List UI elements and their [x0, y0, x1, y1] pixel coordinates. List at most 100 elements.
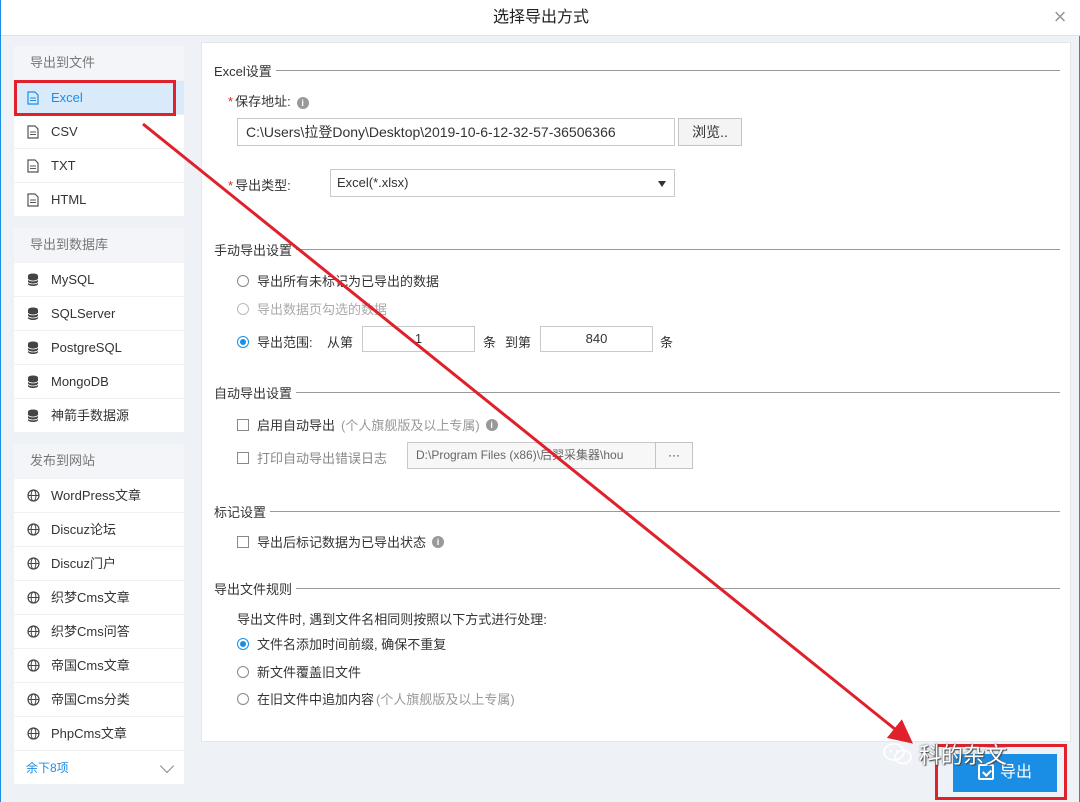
sidebar-item-label: CSV [51, 123, 78, 139]
section-divider [214, 392, 1060, 393]
checkbox-enable-auto-export[interactable]: 启用自动导出 (个人旗舰版及以上专属) i [237, 415, 498, 434]
radio-export-all[interactable]: 导出所有未标记为已导出的数据 [237, 271, 439, 290]
sidebar-item-label: SQLServer [51, 305, 116, 321]
sidebar-item-dede-qa[interactable]: 织梦Cms问答 [14, 614, 184, 648]
sidebar-item-label: PhpCms文章 [51, 725, 127, 741]
info-icon: i [485, 418, 498, 431]
checkbox-box [237, 535, 249, 548]
export-type-select[interactable]: Excel(*.xlsx) [330, 169, 675, 197]
sidebar-item-label: 帝国Cms文章 [51, 657, 130, 673]
sidebar-item-csv[interactable]: CSV [14, 114, 184, 148]
info-icon: i [432, 535, 445, 548]
checkbox-mark-after-export[interactable]: 导出后标记数据为已导出状态 i [237, 532, 445, 551]
group-title: 导出到文件 [14, 46, 184, 80]
radio-dot [237, 335, 249, 348]
radio-rule-overwrite[interactable]: 新文件覆盖旧文件 [237, 662, 361, 681]
settings-panel: Excel设置 * 保存地址: i C:\Users\拉登Dony\Desktop\… [201, 42, 1071, 742]
export-type-label: * 导出类型: [228, 178, 291, 193]
sidebar-item-empire-category[interactable]: 帝国Cms分类 [14, 682, 184, 716]
file-icon [26, 192, 40, 207]
sidebar-item-label: 织梦Cms问答 [51, 623, 130, 639]
range-from-input[interactable]: 1 [362, 326, 475, 352]
group-title: 导出到数据库 [14, 228, 184, 262]
section-title-auto: 自动导出设置 [214, 383, 297, 402]
sidebar-item-shenjianshou[interactable]: 神箭手数据源 [14, 398, 184, 432]
dialog-title: 选择导出方式 [492, 9, 589, 26]
file-icon [26, 158, 40, 173]
watermark: 科的杂文 [883, 738, 1007, 770]
sidebar-item-label: MongoDB [51, 373, 109, 389]
radio-dot [237, 637, 249, 650]
sidebar-item-discuz-forum[interactable]: Discuz论坛 [14, 512, 184, 546]
radio-export-range[interactable]: 导出范围: [237, 332, 313, 351]
watermark-text: 科的杂文 [919, 743, 1008, 768]
radio-rule-append[interactable]: 在旧文件中追加内容 (个人旗舰版及以上专属) [237, 689, 515, 708]
sidebar-item-mongodb[interactable]: MongoDB [14, 364, 184, 398]
sidebar-item-empire-article[interactable]: 帝国Cms文章 [14, 648, 184, 682]
radio-export-checked[interactable]: 导出数据页勾选的数据 [237, 299, 387, 318]
section-divider [214, 70, 1060, 71]
show-more-items[interactable]: 余下8项 [14, 750, 184, 784]
globe-icon [26, 489, 40, 503]
checkbox-box [237, 451, 249, 464]
radio-dot [237, 302, 249, 315]
save-path-label: * 保存地址: i [228, 91, 309, 110]
database-icon [26, 409, 40, 423]
globe-icon [26, 523, 40, 537]
sidebar-item-label: HTML [51, 191, 87, 207]
globe-icon [26, 625, 40, 639]
sidebar-item-label: Discuz论坛 [51, 521, 117, 537]
globe-icon [26, 659, 40, 673]
export-dialog: 选择导出方式 × 导出到文件 Excel CSV TXT HTML 导出到数据库… [0, 0, 1080, 802]
sidebar-item-discuz-portal[interactable]: Discuz门户 [14, 546, 184, 580]
section-divider [214, 511, 1060, 512]
section-title-excel: Excel设置 [214, 61, 276, 80]
radio-dot [237, 274, 249, 287]
checkbox-print-error-log[interactable]: 打印自动导出错误日志 [237, 448, 387, 467]
sidebar-item-html[interactable]: HTML [14, 182, 184, 216]
export-target-sidebar: 导出到文件 Excel CSV TXT HTML 导出到数据库 MySQL SQ… [14, 46, 184, 796]
sidebar-item-label: PostgreSQL [51, 339, 122, 355]
sidebar-item-label: 织梦Cms文章 [51, 589, 130, 605]
group-database: 导出到数据库 MySQL SQLServer PostgreSQL MongoD… [14, 228, 184, 432]
info-icon: i [296, 96, 309, 109]
sidebar-item-label: 帝国Cms分类 [51, 691, 130, 707]
radio-rule-time-prefix[interactable]: 文件名添加时间前缀, 确保不重复 [237, 634, 446, 653]
sidebar-item-sqlserver[interactable]: SQLServer [14, 296, 184, 330]
database-icon [26, 307, 40, 321]
group-file: 导出到文件 Excel CSV TXT HTML [14, 46, 184, 216]
database-icon [26, 341, 40, 355]
range-unit-label: 条 [483, 335, 497, 350]
save-path-input[interactable]: C:\Users\拉登Dony\Desktop\2019-10-6-12-32-… [237, 118, 675, 146]
log-path-input[interactable]: D:\Program Files (x86)\后羿采集器\hou [407, 442, 657, 469]
group-title: 发布到网站 [14, 444, 184, 478]
section-title-manual: 手动导出设置 [214, 240, 297, 259]
range-to-input[interactable]: 840 [540, 326, 653, 352]
browse-button[interactable]: 浏览.. [678, 118, 742, 146]
dialog-titlebar: 选择导出方式 × [1, 0, 1080, 36]
file-icon [26, 124, 40, 139]
more-label: 余下8项 [26, 761, 69, 775]
globe-icon [26, 591, 40, 605]
log-path-browse-button[interactable]: ··· [655, 442, 693, 469]
globe-icon [26, 727, 40, 741]
group-website: 发布到网站 WordPress文章 Discuz论坛 Discuz门户 织梦Cm… [14, 444, 184, 784]
section-divider [214, 249, 1060, 250]
sidebar-item-dede-article[interactable]: 织梦Cms文章 [14, 580, 184, 614]
section-title-rule: 导出文件规则 [214, 579, 297, 598]
database-icon [26, 273, 40, 287]
sidebar-item-label: 神箭手数据源 [51, 407, 130, 423]
sidebar-item-mysql[interactable]: MySQL [14, 262, 184, 296]
checkbox-box [237, 418, 249, 431]
sidebar-item-txt[interactable]: TXT [14, 148, 184, 182]
close-icon[interactable]: × [1047, 4, 1073, 30]
sidebar-item-label: TXT [51, 157, 76, 173]
sidebar-item-postgresql[interactable]: PostgreSQL [14, 330, 184, 364]
sidebar-item-wordpress[interactable]: WordPress文章 [14, 478, 184, 512]
sidebar-item-phpcms-article[interactable]: PhpCms文章 [14, 716, 184, 750]
wechat-logo-icon [883, 743, 912, 765]
globe-icon [26, 693, 40, 707]
section-title-mark: 标记设置 [214, 502, 271, 521]
radio-dot [237, 692, 249, 705]
range-from-label: 从第 [327, 335, 354, 350]
